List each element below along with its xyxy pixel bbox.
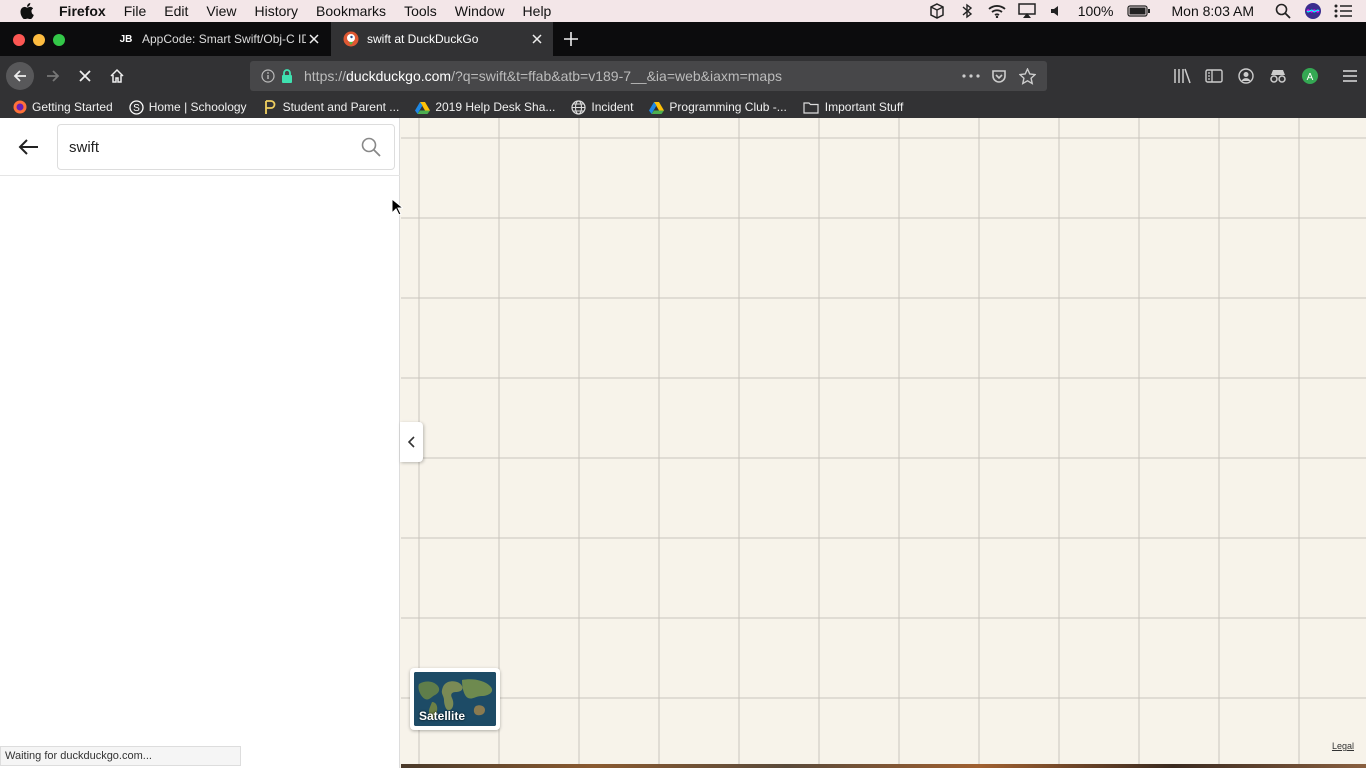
bookmark-programming-club[interactable]: Programming Club -...: [649, 100, 787, 115]
url-bar[interactable]: https://duckduckgo.com/?q=swift&t=ffab&a…: [250, 61, 1047, 91]
back-button[interactable]: [6, 62, 34, 90]
menu-history[interactable]: History: [245, 3, 307, 19]
bookmark-label: Student and Parent ...: [282, 100, 400, 114]
bookmark-schoology[interactable]: S Home | Schoology: [129, 99, 247, 115]
bookmark-label: Home | Schoology: [148, 100, 247, 114]
bookmark-label: Getting Started: [32, 100, 113, 114]
home-button[interactable]: [103, 62, 131, 90]
stop-loading-button[interactable]: [71, 62, 99, 90]
menu-window[interactable]: Window: [446, 3, 514, 19]
bookmark-getting-started[interactable]: Getting Started: [12, 100, 113, 115]
new-tab-plus-icon[interactable]: [562, 30, 580, 48]
library-icon[interactable]: [1166, 62, 1198, 90]
navigation-toolbar: https://duckduckgo.com/?q=swift&t=ffab&a…: [0, 56, 1366, 96]
page-actions-icon[interactable]: [957, 62, 985, 90]
tab-title: swift at DuckDuckGo: [367, 32, 479, 46]
pocket-icon[interactable]: [985, 62, 1013, 90]
tab-close-icon[interactable]: [306, 31, 322, 47]
macos-menu-bar: Firefox File Edit View History Bookmarks…: [0, 0, 1366, 22]
siri-icon[interactable]: [1304, 3, 1322, 19]
sidebar-toggle-icon[interactable]: [1198, 62, 1230, 90]
powerschool-icon: [263, 99, 278, 115]
forward-button[interactable]: [39, 62, 67, 90]
mouse-cursor-icon: [391, 198, 403, 216]
bookmark-incident[interactable]: Incident: [571, 99, 634, 115]
satellite-label: Satellite: [419, 709, 466, 723]
battery-icon[interactable]: [1126, 3, 1152, 19]
search-box[interactable]: [57, 124, 395, 170]
jetbrains-favicon-icon: JB: [119, 33, 133, 45]
menu-help[interactable]: Help: [514, 3, 561, 19]
volume-icon[interactable]: [1048, 3, 1066, 19]
folder-icon: [803, 100, 820, 115]
search-icon[interactable]: [360, 136, 382, 158]
firefox-icon: [12, 100, 27, 115]
search-header: [0, 118, 400, 176]
tab-strip: JB AppCode: Smart Swift/Obj-C ID swift a…: [0, 22, 1366, 56]
site-info-icon[interactable]: [260, 68, 276, 84]
bookmark-label: Programming Club -...: [669, 100, 787, 114]
wifi-icon[interactable]: [988, 3, 1006, 19]
tab-title: AppCode: Smart Swift/Obj-C ID: [142, 32, 306, 46]
menu-view[interactable]: View: [197, 3, 245, 19]
url-path: /?q=swift&t=ffab&atb=v189-7__&ia=web&iax…: [451, 68, 782, 84]
profile-avatar-icon[interactable]: A: [1294, 62, 1326, 90]
menu-bookmarks[interactable]: Bookmarks: [307, 3, 395, 19]
duckduckgo-favicon-icon: [343, 31, 359, 47]
window-zoom-button[interactable]: [53, 34, 65, 46]
svg-text:S: S: [133, 103, 140, 114]
google-drive-icon: [649, 100, 665, 115]
tab-close-icon[interactable]: [529, 31, 545, 47]
airplay-icon[interactable]: [1017, 3, 1036, 19]
schoology-icon: S: [129, 99, 144, 115]
search-input[interactable]: [69, 138, 360, 156]
account-icon[interactable]: [1230, 62, 1262, 90]
menu-tools[interactable]: Tools: [395, 3, 446, 19]
url-text[interactable]: https://duckduckgo.com/?q=swift&t=ffab&a…: [304, 68, 782, 84]
notification-center-icon[interactable]: [1334, 3, 1352, 19]
map-bottom-strip: [401, 764, 1366, 768]
satellite-thumbnail: Satellite: [414, 672, 496, 726]
battery-percent: 100%: [1077, 3, 1114, 19]
search-side-panel: Waiting for duckduckgo.com...: [0, 118, 400, 768]
hamburger-menu-icon[interactable]: [1334, 62, 1366, 90]
menu-app-name[interactable]: Firefox: [50, 3, 115, 19]
tab-appcode[interactable]: JB AppCode: Smart Swift/Obj-C ID: [106, 22, 330, 56]
legal-link[interactable]: Legal: [1332, 741, 1354, 751]
spotlight-icon[interactable]: [1274, 3, 1292, 19]
tab-duckduckgo[interactable]: swift at DuckDuckGo: [331, 22, 553, 56]
apple-menu-icon[interactable]: [20, 3, 34, 19]
incognito-extension-icon[interactable]: [1262, 62, 1294, 90]
satellite-toggle-button[interactable]: Satellite: [410, 668, 500, 730]
clock[interactable]: Mon 8:03 AM: [1172, 3, 1255, 19]
status-bar: Waiting for duckduckgo.com...: [0, 746, 241, 766]
menu-file[interactable]: File: [115, 3, 156, 19]
chevron-left-icon: [407, 436, 415, 448]
url-domain: duckduckgo.com: [346, 68, 452, 84]
window-minimize-button[interactable]: [33, 34, 45, 46]
menu-edit[interactable]: Edit: [155, 3, 197, 19]
window-close-button[interactable]: [13, 34, 25, 46]
globe-icon: [571, 99, 586, 115]
bookmark-label: 2019 Help Desk Sha...: [435, 100, 556, 114]
collapse-panel-button[interactable]: [400, 422, 423, 462]
svg-text:A: A: [1307, 72, 1314, 83]
url-prefix: https://: [304, 68, 347, 84]
bookmark-folder-important[interactable]: Important Stuff: [803, 100, 904, 115]
bookmark-student-parent[interactable]: Student and Parent ...: [263, 99, 400, 115]
back-arrow-icon[interactable]: [16, 136, 40, 158]
secure-lock-icon[interactable]: [280, 68, 294, 84]
bookmarks-toolbar: Getting Started S Home | Schoology Stude…: [0, 96, 1366, 118]
google-drive-icon: [415, 100, 431, 115]
bluetooth-icon[interactable]: [958, 3, 976, 19]
map-canvas[interactable]: [401, 118, 1366, 768]
bookmark-help-desk[interactable]: 2019 Help Desk Sha...: [415, 100, 555, 115]
bookmark-label: Important Stuff: [824, 100, 904, 114]
box-icon[interactable]: [928, 3, 946, 19]
bookmark-label: Incident: [591, 100, 634, 114]
bookmark-star-icon[interactable]: [1013, 62, 1041, 90]
page-content: Waiting for duckduckgo.com... Satellite …: [0, 118, 1366, 768]
